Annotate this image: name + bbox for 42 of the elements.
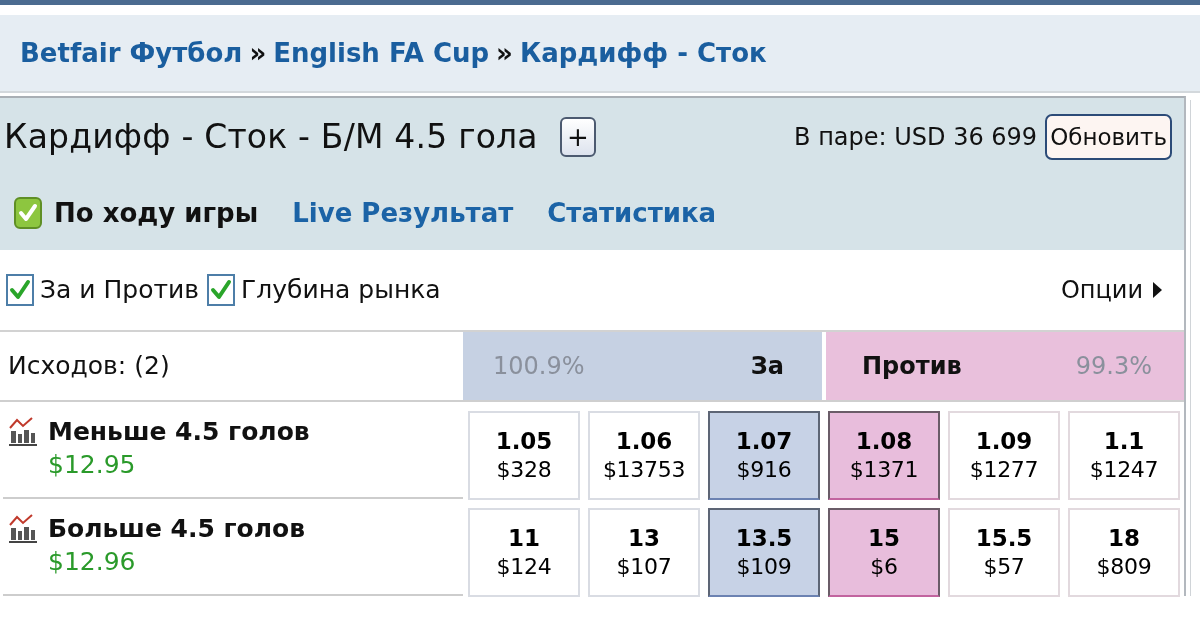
column-label: Против (862, 351, 962, 382)
checkbox[interactable] (207, 274, 235, 306)
breadcrumb-link[interactable]: Betfair Футбол (20, 33, 243, 73)
link[interactable]: Live Результат (292, 193, 514, 233)
back-price-button[interactable]: 1.07 $916 (708, 411, 820, 500)
options-menu-link[interactable]: Опции (1060, 272, 1162, 308)
checkbox-label: По ходу игры (54, 196, 259, 230)
outcomes-count: Исходов: (2) (7, 350, 171, 383)
breadcrumb-separator: » (496, 36, 513, 70)
lay-price-button[interactable]: 1.09 $1277 (948, 411, 1060, 500)
profit-amount: $12.96 (48, 545, 137, 578)
back-price-button[interactable]: 1.05 $328 (468, 411, 580, 500)
breadcrumb-link[interactable]: Кардифф - Сток (519, 33, 767, 73)
checkbox[interactable] (6, 274, 34, 306)
checkbox-label: Глубина рынка (241, 274, 441, 307)
market-title: Кардифф - Сток - Б/М 4.5 гола (4, 116, 538, 159)
matched-amount: В паре: USD 36 699 (794, 122, 1038, 153)
breadcrumb-link[interactable]: English FA Cup (273, 33, 490, 73)
lay-price-button[interactable]: 15 $6 (828, 508, 940, 597)
back-price-button[interactable]: 13 $107 (588, 508, 700, 597)
runner-name: Меньше 4.5 голов (48, 416, 310, 448)
back-price-button[interactable]: 13.5 $109 (708, 508, 820, 597)
book-percentage: 100.9% (493, 351, 585, 382)
checkbox[interactable] (14, 197, 42, 229)
book-percentage: 99.3% (1075, 351, 1152, 382)
bar-chart-icon[interactable] (8, 416, 38, 446)
add-button[interactable]: + (559, 117, 596, 157)
lay-price-button[interactable]: 18 $809 (1068, 508, 1180, 597)
caret-icon (1153, 282, 1162, 298)
link[interactable]: Статистика (547, 193, 717, 233)
lay-price-button[interactable]: 1.1 $1247 (1068, 411, 1180, 500)
refresh-button[interactable]: Обновить (1045, 114, 1172, 160)
lay-price-button[interactable]: 1.08 $1371 (828, 411, 940, 500)
breadcrumb-separator: » (249, 36, 267, 70)
column-label: За (750, 351, 784, 382)
back-price-button[interactable]: 11 $124 (468, 508, 580, 597)
back-price-button[interactable]: 1.06 $13753 (588, 411, 700, 500)
bar-chart-icon[interactable] (8, 513, 38, 543)
lay-price-button[interactable]: 15.5 $57 (948, 508, 1060, 597)
profit-amount: $12.95 (48, 448, 137, 481)
checkbox-label: За и Против (40, 274, 199, 307)
runner-name: Больше 4.5 голов (48, 513, 306, 545)
